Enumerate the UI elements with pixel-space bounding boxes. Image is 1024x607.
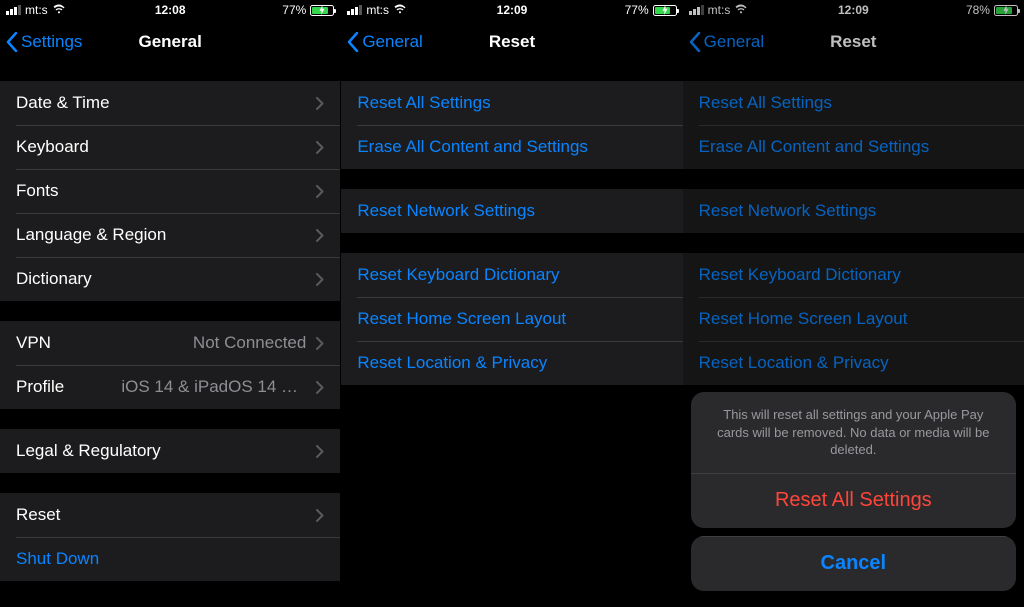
back-label: General bbox=[362, 32, 422, 52]
chevron-right-icon bbox=[316, 97, 324, 110]
row-reset[interactable]: Reset bbox=[0, 493, 340, 537]
chevron-right-icon bbox=[316, 509, 324, 522]
reset-all-settings-button[interactable]: Reset All Settings bbox=[691, 473, 1016, 528]
row-label: Dictionary bbox=[16, 269, 306, 289]
chevron-right-icon bbox=[316, 381, 324, 394]
battery-icon bbox=[310, 5, 334, 16]
row-dictionary[interactable]: Dictionary bbox=[0, 257, 340, 301]
phone-reset-confirm: mt:s 12:09 78% General Reset Reset All bbox=[683, 0, 1024, 607]
chevron-right-icon bbox=[316, 337, 324, 350]
row-label: Reset Keyboard Dictionary bbox=[357, 265, 666, 285]
row-label: Reset bbox=[16, 505, 306, 525]
row-fonts[interactable]: Fonts bbox=[0, 169, 340, 213]
settings-list: Date & Time Keyboard Fonts Language & Regio… bbox=[0, 81, 340, 581]
row-reset-all-settings[interactable]: Reset All Settings bbox=[341, 81, 682, 125]
sheet-message: This will reset all settings and your Ap… bbox=[691, 392, 1016, 473]
row-label: Reset All Settings bbox=[357, 93, 666, 113]
row-label: Reset Location & Privacy bbox=[357, 353, 666, 373]
chevron-right-icon bbox=[316, 141, 324, 154]
chevron-right-icon bbox=[316, 185, 324, 198]
row-date-time[interactable]: Date & Time bbox=[0, 81, 340, 125]
row-label: Date & Time bbox=[16, 93, 306, 113]
row-detail: iOS 14 & iPadOS 14 Beta Softwar… bbox=[121, 377, 306, 397]
row-label: Fonts bbox=[16, 181, 306, 201]
row-detail: Not Connected bbox=[193, 333, 306, 353]
back-button[interactable]: General bbox=[341, 32, 422, 52]
row-label: VPN bbox=[16, 333, 185, 353]
row-label: Erase All Content and Settings bbox=[357, 137, 666, 157]
row-vpn[interactable]: VPN Not Connected bbox=[0, 321, 340, 365]
nav-bar: General Reset bbox=[341, 20, 682, 64]
battery-icon bbox=[653, 5, 677, 16]
row-label: Reset Network Settings bbox=[357, 201, 666, 221]
status-bar: mt:s 12:09 77% bbox=[341, 0, 682, 20]
row-label: Language & Region bbox=[16, 225, 306, 245]
row-reset-network-settings[interactable]: Reset Network Settings bbox=[341, 189, 682, 233]
chevron-right-icon bbox=[316, 229, 324, 242]
back-label: Settings bbox=[21, 32, 82, 52]
row-label: Legal & Regulatory bbox=[16, 441, 306, 461]
row-shut-down[interactable]: Shut Down bbox=[0, 537, 340, 581]
row-erase-all-content-and-settings[interactable]: Erase All Content and Settings bbox=[341, 125, 682, 169]
back-button[interactable]: Settings bbox=[0, 32, 82, 52]
row-label: Reset Home Screen Layout bbox=[357, 309, 666, 329]
phone-reset: mt:s 12:09 77% General Reset Reset All S… bbox=[341, 0, 682, 607]
row-profile[interactable]: Profile iOS 14 & iPadOS 14 Beta Softwar… bbox=[0, 365, 340, 409]
phone-general: mt:s 12:08 77% Settings General Date & T… bbox=[0, 0, 341, 607]
action-sheet: This will reset all settings and your Ap… bbox=[691, 392, 1016, 599]
reset-list: Reset All Settings Erase All Content and … bbox=[341, 81, 682, 385]
time-label: 12:08 bbox=[155, 3, 186, 17]
row-label: Shut Down bbox=[16, 549, 324, 569]
status-bar: mt:s 12:08 77% bbox=[0, 0, 340, 20]
row-reset-keyboard-dictionary[interactable]: Reset Keyboard Dictionary bbox=[341, 253, 682, 297]
row-keyboard[interactable]: Keyboard bbox=[0, 125, 340, 169]
row-reset-home-screen-layout[interactable]: Reset Home Screen Layout bbox=[341, 297, 682, 341]
chevron-right-icon bbox=[316, 445, 324, 458]
row-label: Profile bbox=[16, 377, 113, 397]
row-legal-regulatory[interactable]: Legal & Regulatory bbox=[0, 429, 340, 473]
row-label: Keyboard bbox=[16, 137, 306, 157]
chevron-right-icon bbox=[316, 273, 324, 286]
row-reset-location-privacy[interactable]: Reset Location & Privacy bbox=[341, 341, 682, 385]
nav-bar: Settings General bbox=[0, 20, 340, 64]
row-language-region[interactable]: Language & Region bbox=[0, 213, 340, 257]
time-label: 12:09 bbox=[497, 3, 528, 17]
cancel-button[interactable]: Cancel bbox=[691, 536, 1016, 591]
